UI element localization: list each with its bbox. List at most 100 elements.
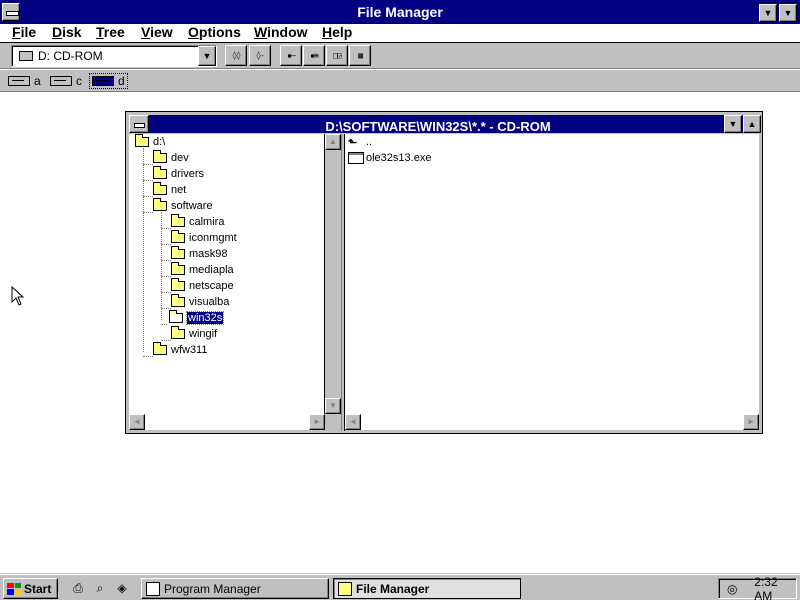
tree-item-mask98[interactable]: mask98 <box>171 246 228 262</box>
taskbar-program-manager[interactable]: Program Manager <box>141 578 329 599</box>
scroll-right-button[interactable]: ► <box>743 414 759 430</box>
hard-drive-icon <box>50 76 72 86</box>
title-bar[interactable]: File Manager ▼ ▼ <box>0 0 800 24</box>
menu-bar: File Disk Tree View Options Window Help <box>0 24 800 43</box>
folder-icon <box>153 166 167 179</box>
box-icon[interactable]: ◈ <box>114 580 130 596</box>
drive-bar: a c d <box>0 70 800 92</box>
folder-icon <box>171 246 185 259</box>
menu-tree[interactable]: Tree <box>96 24 125 40</box>
directory-window: D:\SOFTWARE\WIN32S\*.* - CD-ROM ▼ ▲ d:\ … <box>125 111 763 434</box>
maximize-button[interactable]: ▼ <box>779 4 797 22</box>
child-minimize-button[interactable]: ▼ <box>724 115 742 133</box>
tree-item-dev[interactable]: dev <box>153 150 189 166</box>
open-folder-icon <box>153 198 167 211</box>
clock[interactable]: 2:32 AM <box>754 575 796 600</box>
tree-item-label: visualba <box>189 296 230 308</box>
taskbar-file-manager[interactable]: File Manager <box>333 578 521 599</box>
tree-item-label: wingif <box>189 328 218 340</box>
tree-item-netscape[interactable]: netscape <box>171 278 234 294</box>
folder-icon <box>153 182 167 195</box>
tree-horizontal-scrollbar[interactable]: ◄ ► <box>129 414 325 431</box>
toolbar: D: CD-ROM ▼ ◊◊ ◊- ▪‒ ▪≡ □◲ ▦ <box>0 43 800 69</box>
cdrom-drive-icon <box>92 76 114 86</box>
scroll-left-button[interactable]: ◄ <box>345 414 361 430</box>
disconnect-network-drive-button[interactable]: ◊- <box>249 45 271 66</box>
taskbar: Start ⎙ ⌕ ◈ Program Manager File Manager… <box>0 574 800 600</box>
menu-help[interactable]: Help <box>322 24 352 40</box>
tree-item-label: net <box>171 184 187 196</box>
start-button[interactable]: Start <box>3 578 58 599</box>
scroll-track[interactable] <box>145 414 309 430</box>
folder-icon <box>171 262 185 275</box>
scroll-up-button[interactable]: ▲ <box>325 134 341 150</box>
folder-icon <box>153 150 167 163</box>
mouse-pointer-icon <box>11 286 25 306</box>
folder-icon <box>171 326 185 339</box>
tree-item-label: drivers <box>171 168 205 180</box>
menu-options[interactable]: Options <box>188 24 241 40</box>
windows-logo-icon <box>7 582 21 595</box>
folder-icon <box>171 294 185 307</box>
scroll-right-button[interactable]: ► <box>309 414 325 430</box>
program-manager-icon <box>146 581 160 596</box>
tree-item-label: software <box>171 200 213 212</box>
drive-d-button[interactable]: d <box>89 73 128 89</box>
parent-directory-icon: ⬑ <box>348 136 358 149</box>
magnifier-icon[interactable]: ⌕ <box>92 580 108 596</box>
menu-window[interactable]: Window <box>254 24 308 40</box>
file-list: ⬑ .. ole32s13.exe <box>345 134 759 414</box>
child-maximize-button[interactable]: ▲ <box>743 115 761 133</box>
view-details-button[interactable]: ▪≡ <box>303 45 325 66</box>
child-system-menu-button[interactable] <box>129 115 149 133</box>
file-horizontal-scrollbar[interactable]: ◄ ► <box>345 414 759 431</box>
start-label: Start <box>24 581 52 596</box>
tree-item-visualba[interactable]: visualba <box>171 294 229 310</box>
tree-item-d-root[interactable]: d:\ <box>135 134 165 150</box>
volume-icon[interactable]: ◎ <box>727 582 740 596</box>
folder-icon <box>171 278 185 291</box>
scrollbar-corner <box>325 414 341 431</box>
tree-item-wingif[interactable]: wingif <box>171 326 217 342</box>
tree-item-label: netscape <box>189 280 234 292</box>
sort-by-date-button[interactable]: ▦ <box>349 45 371 66</box>
directory-window-title-bar[interactable]: D:\SOFTWARE\WIN32S\*.* - CD-ROM <box>129 115 759 134</box>
tree-item-wfw311[interactable]: wfw311 <box>153 342 207 358</box>
tree-item-drivers[interactable]: drivers <box>153 166 204 182</box>
printer-icon[interactable]: ⎙ <box>70 580 86 596</box>
task-label: File Manager <box>356 581 430 596</box>
tree-item-label: wfw311 <box>171 344 208 356</box>
view-list-button[interactable]: ▪‒ <box>280 45 302 66</box>
tree-item-iconmgmt[interactable]: iconmgmt <box>171 230 237 246</box>
menu-view[interactable]: View <box>141 24 173 40</box>
scroll-track[interactable] <box>361 414 743 430</box>
tree-item-calmira[interactable]: calmira <box>171 214 224 230</box>
tree-item-label: mask98 <box>189 248 228 260</box>
drive-c-button[interactable]: c <box>50 73 82 89</box>
minimize-button[interactable]: ▼ <box>759 4 777 22</box>
sort-by-name-button[interactable]: □◲ <box>326 45 348 66</box>
menu-file[interactable]: File <box>12 24 36 40</box>
scroll-left-button[interactable]: ◄ <box>129 414 145 430</box>
folder-icon <box>171 230 185 243</box>
tree-vertical-scrollbar[interactable]: ▲ ▼ <box>325 134 341 414</box>
tree-item-mediapla[interactable]: mediapla <box>171 262 234 278</box>
tree-item-software[interactable]: software <box>153 198 213 214</box>
tree-item-net[interactable]: net <box>153 182 186 198</box>
cdrom-drive-icon <box>19 51 33 61</box>
tree-item-label: iconmgmt <box>189 232 237 244</box>
file-item-ole32s13[interactable]: ole32s13.exe <box>348 150 431 166</box>
dropdown-arrow-button[interactable]: ▼ <box>198 46 216 66</box>
scroll-track[interactable] <box>325 150 341 398</box>
connect-network-drive-button[interactable]: ◊◊ <box>225 45 247 66</box>
drive-select[interactable]: D: CD-ROM ▼ <box>11 45 217 67</box>
directory-window-title: D:\SOFTWARE\WIN32S\*.* - CD-ROM <box>325 119 551 134</box>
folder-icon <box>153 342 167 355</box>
drive-a-button[interactable]: a <box>8 73 41 89</box>
tree-item-win32s[interactable]: win32s <box>169 310 225 326</box>
file-item-parent[interactable]: ⬑ .. <box>348 134 372 150</box>
tree-item-label: win32s <box>185 311 225 325</box>
scroll-down-button[interactable]: ▼ <box>325 398 341 414</box>
menu-disk[interactable]: Disk <box>52 24 82 40</box>
tree-item-label: calmira <box>189 216 225 228</box>
